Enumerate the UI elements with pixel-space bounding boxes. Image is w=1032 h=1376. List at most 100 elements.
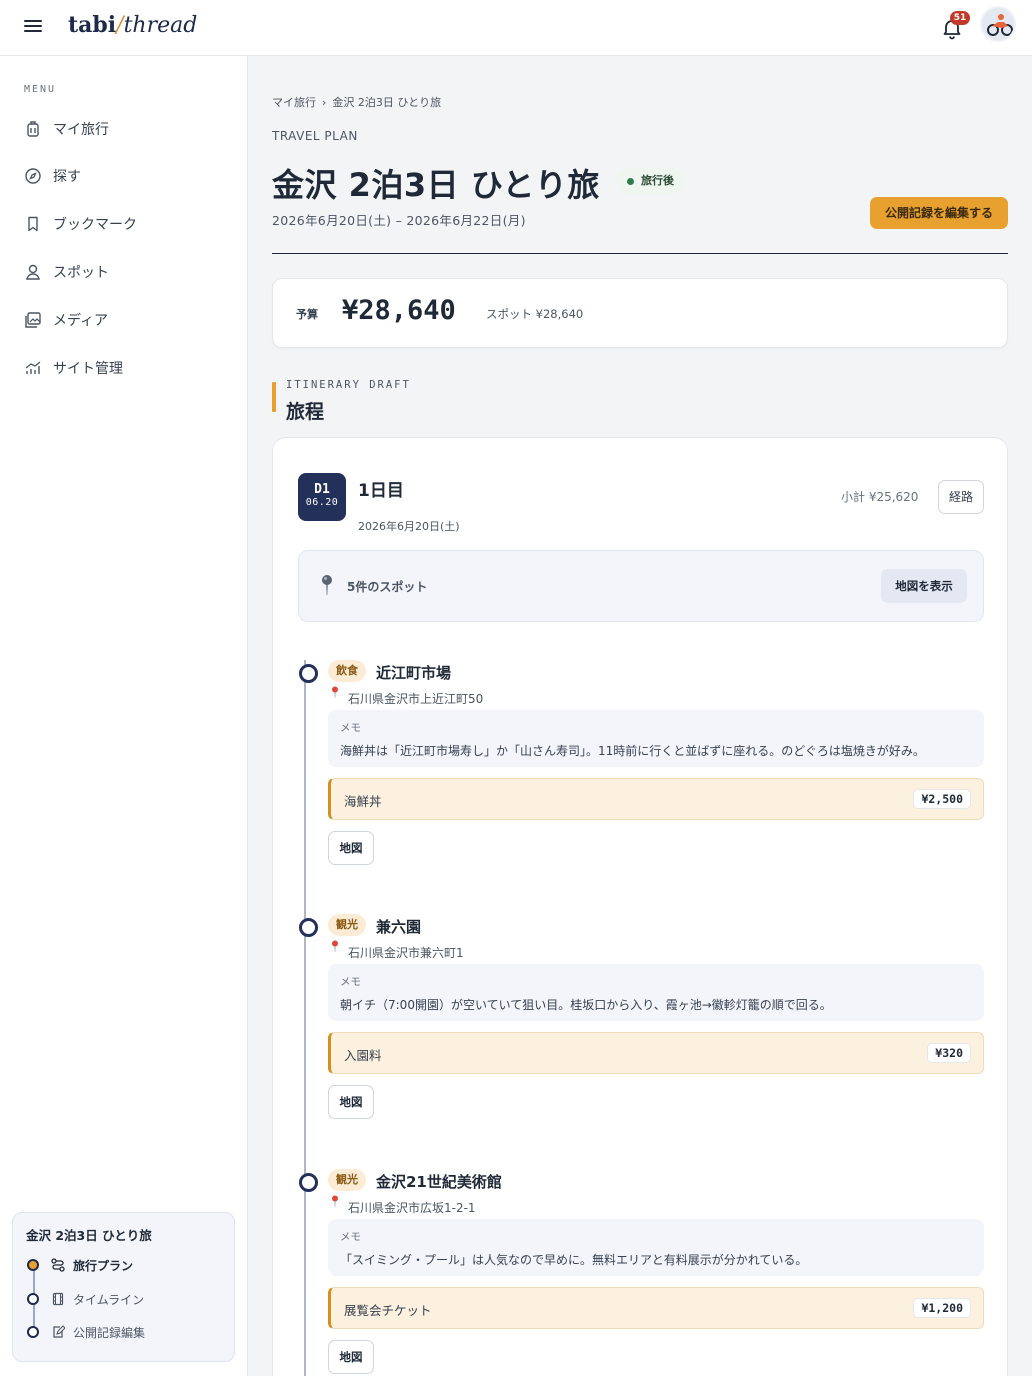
trip-nav-item-timeline[interactable]: タイムライン [27,1289,144,1309]
expense-row: 展覧会チケット ¥1,200 [328,1287,984,1329]
red-pin-icon [332,1195,338,1207]
motorcycle-avatar-icon [987,14,1013,36]
breadcrumb-my-trips[interactable]: マイ旅行 [272,96,316,109]
spot-map-button[interactable]: 地図 [328,1340,374,1374]
budget-label: 予算 [296,308,318,321]
app-logo[interactable]: tabi/thread [68,12,197,38]
sidebar-item-site-admin[interactable]: サイト管理 [24,356,123,380]
hamburger-menu-icon[interactable] [22,18,44,38]
expense-amount: ¥1,200 [913,1298,971,1318]
sidebar-item-bookmarks[interactable]: ブックマーク [24,212,137,236]
edit-public-record-button[interactable]: 公開記録を編集する [870,197,1008,229]
step-dot [27,1326,39,1338]
title-divider [272,253,1008,254]
expense-name: 入園料 [344,1048,382,1063]
spot-name[interactable]: 金沢21世紀美術館 [376,1171,502,1192]
expense-amount: ¥2,500 [913,789,971,809]
spot-name[interactable]: 近江町市場 [376,662,451,683]
trip-nav-card: 金沢 2泊3日 ひとり旅 旅行プラン タイムライン 公開記録編集 [12,1212,235,1362]
film-icon [52,1292,64,1306]
breadcrumb: マイ旅行 › 金沢 2泊3日 ひとり旅 [272,94,441,110]
day-date: 2026年6月20日(土) [358,520,460,533]
memo-text: 海鮮丼は「近江町市場寿し」か「山さん寿司」。11時前に行くと並ばずに座れる。のど… [340,744,925,758]
location-user-icon [26,264,40,280]
memo-label: メモ [340,1231,361,1243]
trip-nav-label: 公開記録編集 [73,1325,146,1340]
spot-address: 石川県金沢市兼六町1 [348,946,464,960]
timeline-dot [299,918,318,937]
spot-address: 石川県金沢市広坂1-2-1 [348,1201,476,1215]
day-badge-label: D1 [314,482,330,497]
expense-row: 海鮮丼 ¥2,500 [328,778,984,820]
top-header: tabi/thread 51 [0,0,1032,56]
day-title: 1日目 [358,481,404,501]
analytics-icon [25,361,41,374]
budget-amount: ¥28,640 [342,295,456,326]
expense-row: 入園料 ¥320 [328,1032,984,1074]
budget-breakdown: スポット ¥28,640 [486,307,584,321]
trip-nav-item-public-edit[interactable]: 公開記録編集 [27,1322,145,1342]
edit-doc-icon [53,1325,65,1338]
memo-box: メモ 朝イチ（7:00開園）が空いていて狙い目。桂坂口から入り、霞ヶ池→徽軫灯籠… [328,964,984,1021]
memo-box: メモ 「スイミング・プール」は人気なので早めに。無料エリアと有料展示が分かれてい… [328,1219,984,1276]
avatar[interactable] [980,6,1016,42]
sidebar-item-label: ブックマーク [53,217,137,233]
timeline-dot [299,664,318,683]
menu-label: MENU [24,84,57,95]
spots-summary-bar: 5件のスポット 地図を表示 [298,550,984,622]
sidebar-item-explore[interactable]: 探す [24,164,81,188]
spot-map-button[interactable]: 地図 [328,831,374,865]
page-title: 金沢 2泊3日 ひとり旅 [272,166,600,204]
breadcrumb-current: 金沢 2泊3日 ひとり旅 [332,96,442,109]
page-eyebrow: TRAVEL PLAN [272,129,358,143]
notification-badge: 51 [950,11,970,25]
sidebar-item-spots[interactable]: スポット [24,260,109,284]
red-pin-icon [332,940,338,952]
memo-label: メモ [340,976,361,988]
status-badge: 旅行後 [617,168,684,194]
map-pin-icon [322,575,332,595]
spot-name[interactable]: 兼六園 [376,916,421,937]
expense-name: 展覧会チケット [344,1303,432,1318]
trip-date-range: 2026年6月20日(土) – 2026年6月22日(月) [272,213,526,228]
show-map-button[interactable]: 地図を表示 [881,569,967,603]
bookmark-icon [28,216,38,232]
timeline-dot [299,1173,318,1192]
route-button[interactable]: 経路 [938,480,984,514]
breadcrumb-separator: › [322,96,327,109]
compass-icon [25,168,41,184]
sidebar-item-label: 探す [53,169,81,185]
expense-name: 海鮮丼 [344,794,382,809]
suitcase-icon [27,121,39,137]
section-accent-bar [272,382,276,412]
day-card: D1 06.20 1日目 2026年6月20日(土) 小計 ¥25,620 経路… [272,437,1008,1376]
memo-box: メモ 海鮮丼は「近江町市場寿し」か「山さん寿司」。11時前に行くと並ばずに座れる… [328,710,984,767]
spots-count: 5件のスポット [347,580,428,594]
red-pin-icon [332,686,338,698]
section-title: 旅程 [286,401,325,423]
category-tag: 観光 [328,1169,366,1191]
trip-nav-label: タイムライン [73,1292,145,1307]
step-dot [27,1293,39,1305]
category-tag: 観光 [328,914,366,936]
memo-text: 朝イチ（7:00開園）が空いていて狙い目。桂坂口から入り、霞ヶ池→徽軫灯籠の順で… [340,998,832,1012]
day-subtotal: 小計 ¥25,620 [841,490,919,504]
sidebar: MENU マイ旅行 探す ブックマーク スポット メディア サイト管理 金沢 2… [0,56,248,1376]
media-icon [25,312,41,328]
timeline-line [304,660,306,1376]
spot-address: 石川県金沢市上近江町50 [348,692,484,706]
sidebar-item-label: サイト管理 [53,361,123,377]
trip-nav-label: 旅行プラン [73,1258,134,1273]
day-badge-date: 06.20 [305,497,339,508]
sidebar-item-label: スポット [53,265,109,281]
category-tag: 飲食 [328,660,366,682]
sidebar-item-media[interactable]: メディア [24,308,108,332]
memo-text: 「スイミング・プール」は人気なので早めに。無料エリアと有料展示が分かれている。 [340,1253,808,1267]
route-icon [51,1258,65,1272]
trip-nav-item-plan[interactable]: 旅行プラン [27,1255,133,1275]
sidebar-item-my-trips[interactable]: マイ旅行 [24,117,109,141]
expense-amount: ¥320 [927,1043,971,1063]
spot-map-button[interactable]: 地図 [328,1085,374,1119]
budget-card: 予算 ¥28,640 スポット ¥28,640 [272,278,1008,348]
sidebar-item-label: マイ旅行 [53,122,109,138]
